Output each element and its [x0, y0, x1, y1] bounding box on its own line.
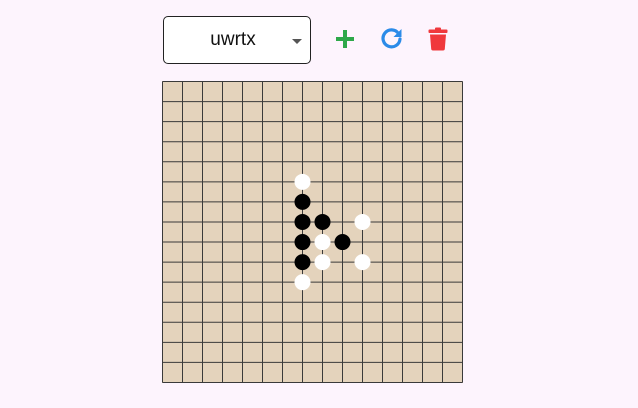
black-stone — [314, 213, 331, 230]
game-select[interactable]: uwrtx — [163, 16, 311, 64]
black-stone — [294, 234, 311, 251]
add-button[interactable] — [330, 24, 360, 54]
white-stone — [294, 173, 311, 190]
white-stone — [314, 234, 331, 251]
black-stone — [294, 213, 311, 230]
game-select-value: uwrtx — [210, 29, 256, 50]
refresh-icon — [381, 28, 402, 49]
white-stone — [354, 254, 371, 271]
trash-icon — [428, 27, 448, 51]
caret-down-icon — [292, 39, 302, 44]
board-grid[interactable] — [162, 81, 463, 383]
gomoku-board[interactable] — [162, 81, 463, 383]
board-background — [162, 81, 463, 383]
black-stone — [294, 193, 311, 210]
refresh-button[interactable] — [377, 24, 407, 54]
plus-icon — [336, 30, 354, 48]
white-stone — [354, 213, 371, 230]
white-stone — [314, 254, 331, 271]
delete-button[interactable] — [423, 24, 453, 54]
white-stone — [294, 274, 311, 291]
black-stone — [334, 234, 351, 251]
black-stone — [294, 254, 311, 271]
